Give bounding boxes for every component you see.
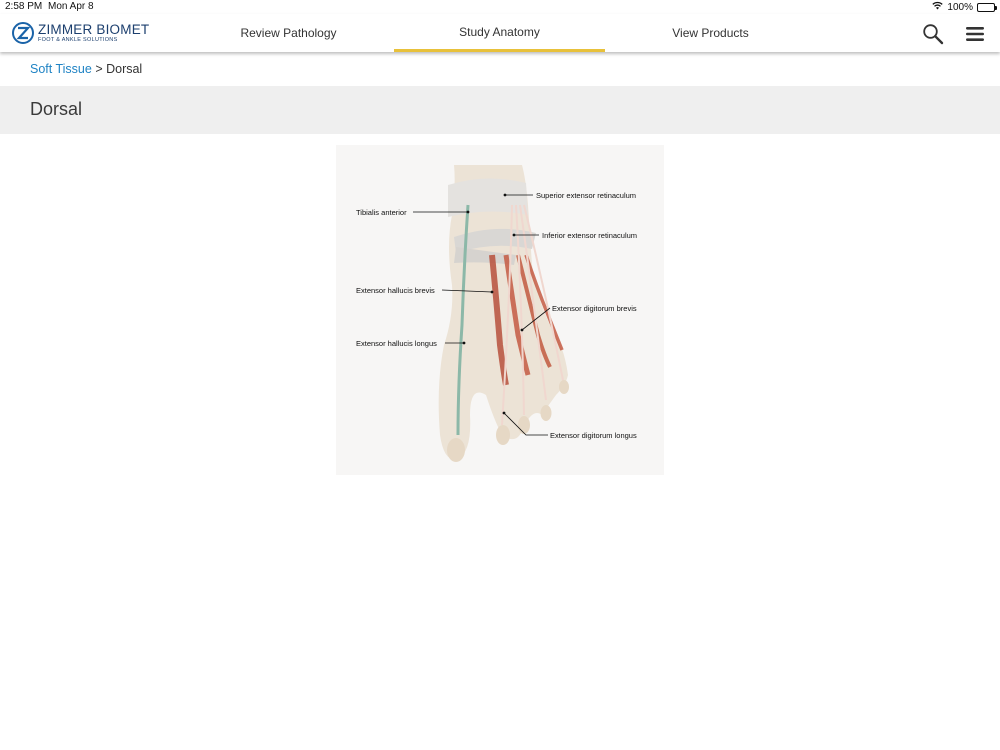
label-tibialis-anterior: Tibialis anterior xyxy=(356,208,407,217)
label-inferior-extensor-retinaculum: Inferior extensor retinaculum xyxy=(542,231,638,240)
breadcrumb-current: Dorsal xyxy=(106,62,143,76)
breadcrumb-soft-tissue-link[interactable]: Soft Tissue xyxy=(30,62,92,76)
top-navigation: ZIMMER BIOMET FOOT & ANKLE SOLUTIONS Rev… xyxy=(0,14,1000,52)
battery-icon xyxy=(977,2,997,12)
wifi-icon xyxy=(932,1,944,13)
anatomy-figure: Superior extensor retinaculum Tibialis a… xyxy=(336,145,664,475)
status-bar: 2:58 PM Mon Apr 8 100% xyxy=(0,0,1000,14)
breadcrumb: Soft Tissue > Dorsal xyxy=(30,62,142,76)
label-superior-extensor-retinaculum: Superior extensor retinaculum xyxy=(536,191,637,200)
status-date: Mon Apr 8 xyxy=(48,1,94,12)
label-extensor-hallucis-longus: Extensor hallucis longus xyxy=(356,339,437,348)
tab-view-products[interactable]: View Products xyxy=(605,14,816,52)
hamburger-menu-icon[interactable] xyxy=(964,23,986,45)
page-title: Dorsal xyxy=(30,99,83,119)
label-extensor-digitorum-brevis: Extensor digitorum brevis xyxy=(552,304,637,313)
tab-review-pathology[interactable]: Review Pathology xyxy=(183,14,394,52)
brand-name: ZIMMER BIOMET xyxy=(38,22,150,37)
tab-study-anatomy[interactable]: Study Anatomy xyxy=(394,14,605,52)
label-extensor-hallucis-brevis: Extensor hallucis brevis xyxy=(356,286,435,295)
brand-logo[interactable]: ZIMMER BIOMET FOOT & ANKLE SOLUTIONS xyxy=(12,21,149,45)
battery-percent: 100% xyxy=(947,1,973,13)
zimmer-logo-icon xyxy=(12,22,34,44)
page-title-band: Dorsal xyxy=(0,86,1000,134)
label-extensor-digitorum-longus: Extensor digitorum longus xyxy=(550,431,637,440)
status-time: 2:58 PM xyxy=(5,1,43,12)
search-icon[interactable] xyxy=(922,23,944,45)
breadcrumb-separator: > xyxy=(91,62,107,76)
status-right: 100% xyxy=(932,1,997,13)
brand-subtitle: FOOT & ANKLE SOLUTIONS xyxy=(38,36,118,43)
